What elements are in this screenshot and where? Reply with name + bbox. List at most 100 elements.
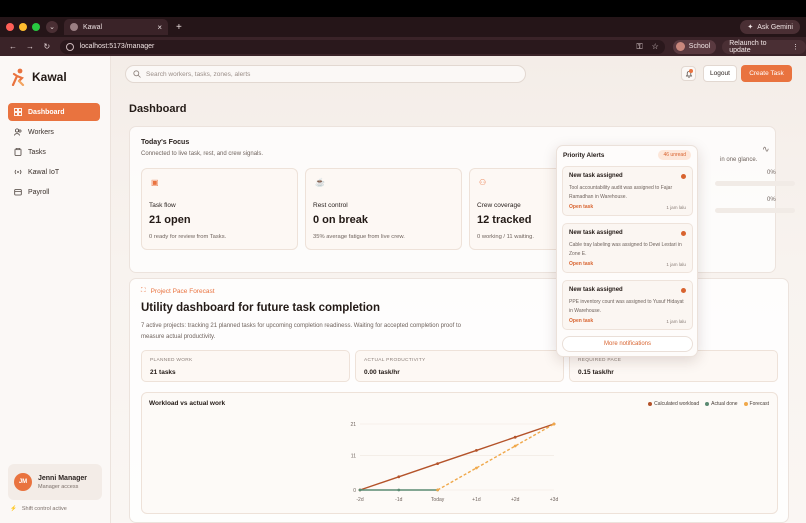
ask-gemini-button[interactable]: ✦ Ask Gemini (740, 20, 800, 34)
notifications-button[interactable] (681, 66, 696, 81)
sidebar-item-dashboard[interactable]: Dashboard (8, 103, 100, 121)
metric-label: Rest control (313, 202, 348, 209)
relaunch-button[interactable]: Relaunch to update ⋮ (722, 39, 806, 54)
data-point (552, 422, 556, 426)
minimize-window-button[interactable] (19, 23, 27, 31)
focus-side-text: in one glance. (720, 157, 758, 163)
metric-note: 35% average fatigue from live crew. (313, 234, 405, 240)
stat-value: 0.00 task/hr (364, 369, 400, 376)
logout-button[interactable]: Logout (703, 65, 737, 82)
popover-title: Priority Alerts (563, 152, 605, 159)
sidebar-item-workers[interactable]: Workers (8, 123, 100, 141)
shift-status: ⚡ Shift control active (10, 506, 67, 512)
bookmark-star-icon[interactable]: ☆ (652, 42, 659, 52)
notification-desc: Tool accountability audit was assigned t… (569, 185, 673, 200)
notification-item[interactable]: New task assigned Tool accountability au… (562, 166, 693, 216)
url-field[interactable]: localhost:5173/manager ⚿ ☆ (59, 39, 665, 54)
browser-tab[interactable]: Kawal × (64, 19, 168, 35)
maximize-window-button[interactable] (32, 23, 40, 31)
url-text: localhost:5173/manager (79, 43, 155, 50)
close-window-button[interactable] (6, 23, 14, 31)
browser-tab-bar: ⌄ Kawal × + ✦ Ask Gemini (0, 17, 806, 37)
notification-title: New task assigned (569, 173, 623, 179)
data-point (397, 475, 401, 479)
metric-value: 0 on break (313, 214, 369, 226)
coffee-icon: ☕ (315, 178, 325, 187)
sidebar-item-kawal-iot[interactable]: Kawal IoT (8, 163, 100, 181)
back-icon[interactable]: ← (9, 42, 17, 51)
profile-button[interactable]: School (672, 39, 717, 54)
unread-dot (681, 231, 686, 236)
notification-badge (689, 69, 693, 73)
notification-title: New task assigned (569, 287, 623, 293)
user-role: Manager access (38, 483, 79, 490)
create-task-button[interactable]: Create Task (741, 65, 792, 82)
notification-item[interactable]: New task assigned Cable tray labeling wa… (562, 223, 693, 273)
notification-title: New task assigned (569, 230, 623, 236)
stat-key: PLANNED WORK (150, 358, 193, 363)
sidebar-item-payroll[interactable]: Payroll (8, 183, 100, 201)
metric-label: Crew coverage (477, 202, 521, 209)
close-tab-icon[interactable]: × (157, 23, 162, 32)
project-tag: ⛶ Project Pace Forecast (141, 287, 215, 295)
notification-desc: Cable tray labeling was assigned to Dewi… (569, 242, 682, 257)
search-placeholder: Search workers, tasks, zones, alerts (146, 70, 251, 78)
more-notifications-button[interactable]: More notifications (562, 336, 693, 352)
new-tab-icon[interactable]: + (176, 22, 182, 33)
workload-chart-card: Workload vs actual work Calculated workl… (141, 392, 778, 514)
x-tick-label: +2d (511, 497, 520, 503)
users-icon: ⚇ (479, 178, 487, 187)
y-tick-label: 0 (353, 488, 356, 494)
site-info-icon[interactable] (65, 42, 74, 51)
sidebar-nav: Dashboard Workers Tasks Kawal IoT Payrol… (8, 103, 100, 203)
favicon-icon (70, 23, 78, 31)
clipboard-icon: ▣ (151, 178, 159, 187)
shift-bolt-icon: ⚡ (10, 506, 17, 512)
brand[interactable]: Kawal (10, 68, 67, 86)
focus-subtitle: Connected to live task, rest, and crew s… (141, 151, 264, 157)
address-bar-row: ← → ↻ localhost:5173/manager ⚿ ☆ School … (0, 37, 806, 56)
more-menu-icon[interactable]: ⋮ (792, 43, 799, 51)
data-point (513, 435, 517, 439)
users-icon (14, 128, 22, 136)
stat-actual-productivity: ACTUAL PRODUCTIVITY 0.00 task/hr (355, 350, 564, 382)
progress-bar (715, 181, 795, 186)
search-input[interactable]: Search workers, tasks, zones, alerts (125, 65, 526, 83)
notification-item[interactable]: New task assigned PPE inventory count wa… (562, 280, 693, 330)
user-name: Jenni Manager (38, 474, 88, 482)
progress-percent: 0% (767, 197, 776, 203)
data-point (475, 466, 478, 470)
user-card[interactable]: JM Jenni Manager Manager access (8, 464, 102, 500)
search-icon (133, 70, 141, 78)
series-line-0 (359, 423, 555, 491)
metric-task-flow[interactable]: ▣ Task flow 21 open 0 ready for review f… (141, 168, 298, 250)
open-task-link[interactable]: Open task (569, 261, 593, 267)
open-task-link[interactable]: Open task (569, 204, 593, 210)
metric-value: 21 open (149, 214, 191, 226)
data-point (513, 444, 517, 448)
wireless-icon (14, 169, 22, 175)
grid-icon (14, 108, 22, 116)
focus-title: Today's Focus (141, 139, 190, 146)
sidebar-item-tasks[interactable]: Tasks (8, 143, 100, 161)
tab-title: Kawal (83, 23, 103, 31)
data-point (397, 488, 401, 492)
screen-top-bar (0, 0, 806, 17)
notification-time: 1 jam lalu (666, 205, 686, 210)
tab-search-chevron-icon[interactable]: ⌄ (46, 21, 58, 33)
metric-value: 12 tracked (477, 214, 532, 226)
x-tick-label: -1d (395, 497, 402, 503)
stat-key: REQUIRED PACE (578, 358, 622, 363)
unread-dot (681, 174, 686, 179)
data-point (436, 462, 439, 465)
reload-icon[interactable]: ↻ (43, 42, 51, 51)
open-task-link[interactable]: Open task (569, 318, 593, 324)
sidebar: Kawal Dashboard Workers Tasks Kawal IoT … (0, 56, 111, 523)
password-key-icon[interactable]: ⚿ (637, 42, 643, 52)
activity-pulse-icon: ∿ (762, 144, 770, 154)
notification-time: 1 jam lalu (666, 319, 686, 324)
app-window: Kawal Dashboard Workers Tasks Kawal IoT … (0, 56, 806, 523)
data-point (358, 488, 362, 492)
metric-rest-control[interactable]: ☕ Rest control 0 on break 35% average fa… (305, 168, 462, 250)
forward-icon[interactable]: → (26, 42, 34, 51)
